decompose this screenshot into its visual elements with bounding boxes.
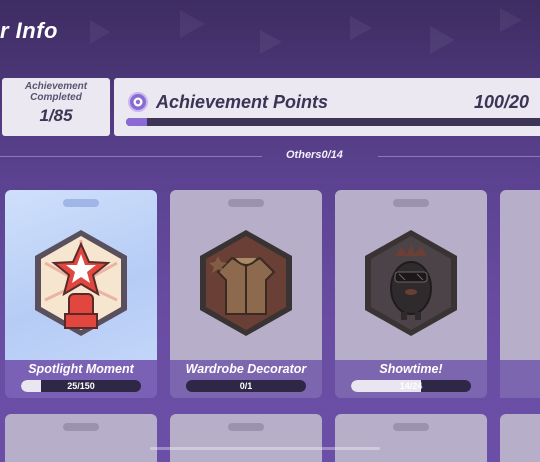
achievement-card-tab (63, 423, 99, 431)
achievement-progress-text: 25/150 (67, 381, 95, 391)
achievement-points-label: Achievement Points (156, 92, 329, 112)
achievement-card-tab (228, 423, 264, 431)
scroll-indicator (150, 447, 380, 450)
achievement-name: Spotlight Moment (28, 362, 134, 376)
section-divider-left (0, 156, 262, 157)
achievement-progress-text: 0/1 (239, 381, 253, 391)
achievement-progress-bar: 14/24 (351, 380, 471, 392)
page-title: r Info (0, 18, 58, 43)
achievement-completed-label: Achievement Completed (24, 81, 88, 103)
achievement-card-panel (500, 190, 540, 360)
achievement-card-row2-2[interactable] (170, 414, 322, 462)
jacket-icon (200, 230, 292, 336)
achievement-card-row2-3[interactable] (335, 414, 487, 462)
achievement-card-tab (393, 423, 429, 431)
achievement-name: Showtime! (379, 362, 443, 376)
achievement-points-value: 100/20 (474, 92, 530, 112)
achievement-card-tab (63, 199, 99, 207)
achievement-name: Wardrobe Decorator (185, 362, 307, 376)
achievement-completed-card: Achievement Completed 1/85 (2, 78, 110, 136)
achievement-completed-count: 1/85 (39, 106, 73, 125)
achievement-progress-text: 14/24 (399, 381, 423, 391)
section-label-others: Others0/14 (286, 149, 343, 161)
achievement-card-tab (228, 199, 264, 207)
achievement-card-row2-4[interactable] (500, 414, 540, 462)
achievement-progress-bar: 0/1 (186, 380, 306, 392)
achievement-progress-bar: 25/150 (21, 380, 141, 392)
achievement-points-progress-fill (126, 118, 147, 126)
achievement-points-progress-bar (126, 118, 540, 126)
achievement-card-row2-1[interactable] (5, 414, 157, 462)
achievement-card-wardrobe-decorator[interactable]: Wardrobe Decorator 0/1 (170, 190, 322, 398)
achievement-card-showtime[interactable]: Showtime! 14/24 (335, 190, 487, 398)
achievement-card-spotlight-moment[interactable]: Spotlight Moment 25/150 (5, 190, 157, 398)
achievement-card-partial[interactable] (500, 190, 540, 398)
achievement-card-footer (500, 360, 540, 398)
achievement-points-card: Achievement Points 100/20 (114, 78, 540, 136)
section-divider-right (378, 156, 540, 157)
star-fist-icon (35, 230, 127, 336)
achievement-points-icon (128, 92, 148, 112)
achievement-card-tab (393, 199, 429, 207)
sunglasses-creature-icon (365, 230, 457, 336)
